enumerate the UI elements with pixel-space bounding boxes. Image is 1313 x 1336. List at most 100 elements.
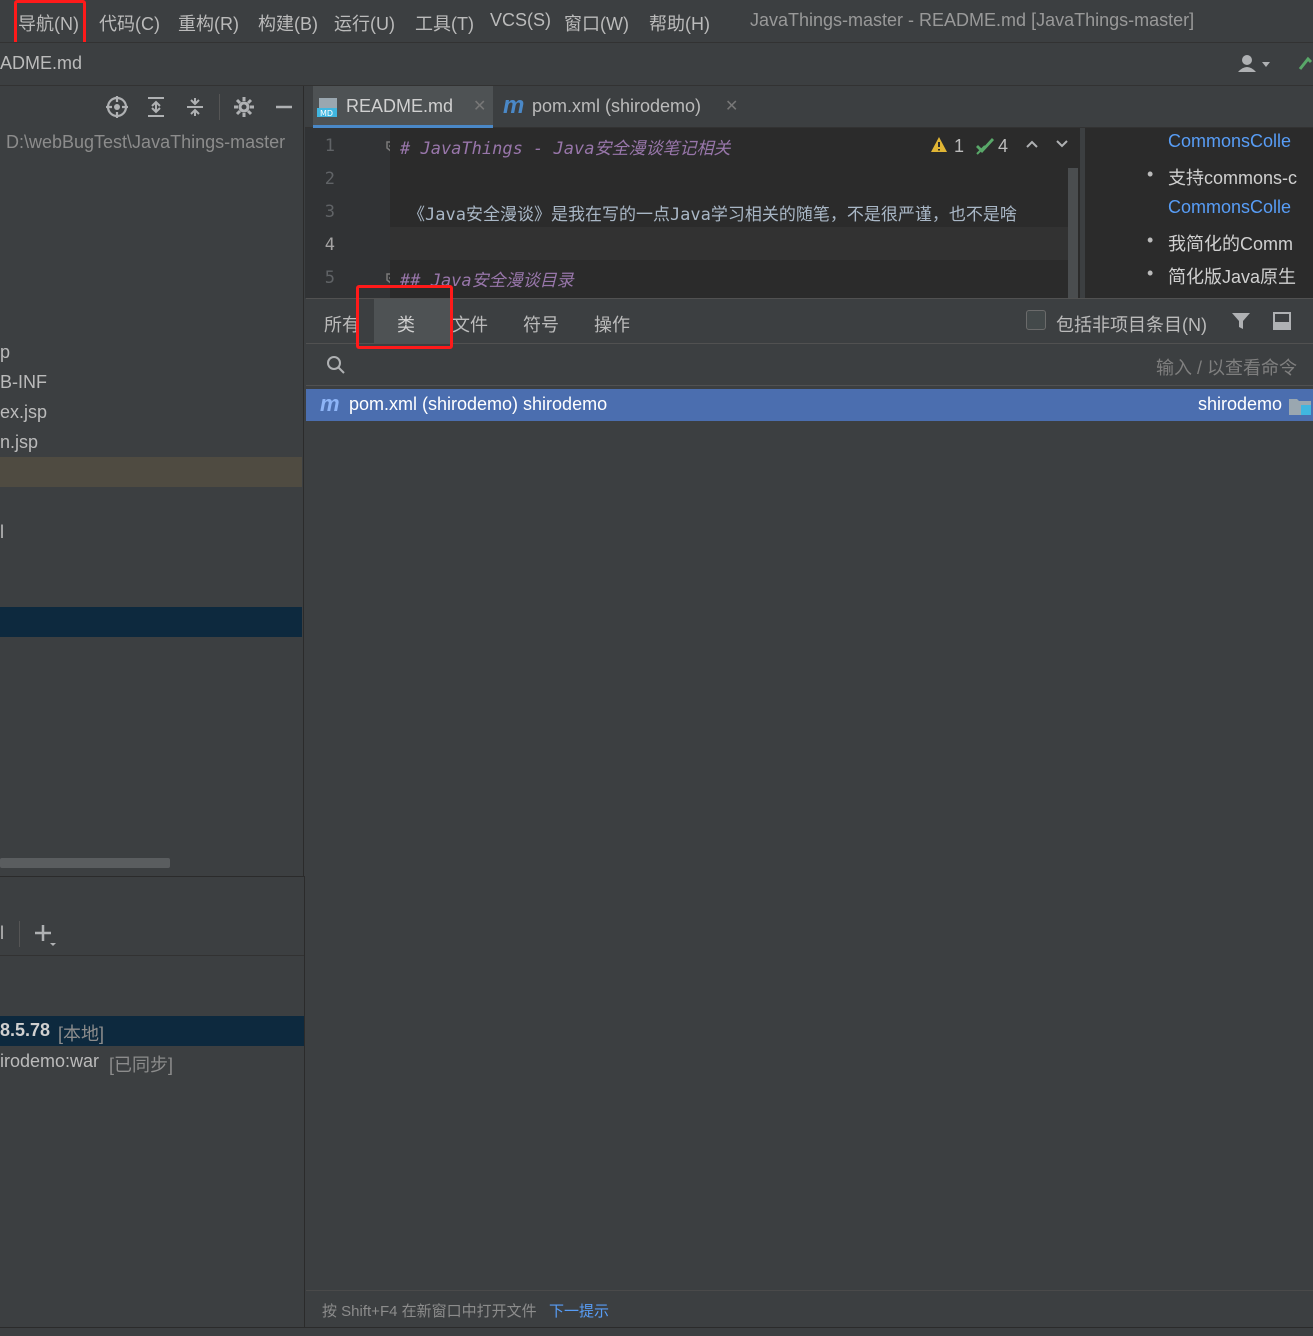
service-row-selected[interactable]: 8.5.78 [本地] — [0, 1016, 304, 1046]
user-account-icon[interactable] — [1234, 51, 1274, 77]
toolbar-divider — [219, 94, 220, 120]
search-icon — [326, 355, 346, 380]
line-number: 1 — [324, 136, 335, 156]
preview-item: 支持commons-c — [1168, 168, 1298, 188]
include-non-project-label[interactable]: 包括非项目条目(N) — [1056, 311, 1207, 337]
services-tab-fragment[interactable]: l — [0, 923, 4, 944]
bottom-edge-bar — [0, 1327, 1313, 1336]
vertical-scrollbar[interactable] — [1068, 168, 1078, 298]
tab-all[interactable]: 所有 — [324, 311, 360, 337]
project-panel: D:\webBugTest\JavaThings-master p B-INF … — [0, 86, 304, 876]
close-icon[interactable]: ✕ — [725, 96, 738, 116]
line-gutter: 1 2 3 4 5 — [305, 128, 398, 298]
project-path: D:\webBugTest\JavaThings-master — [6, 132, 286, 152]
tree-item-l[interactable]: l — [0, 522, 4, 543]
inspection-widget: 1 4 — [920, 128, 1080, 162]
expand-all-icon[interactable] — [143, 94, 169, 120]
service-row[interactable]: irodemo:war [已同步] — [0, 1047, 304, 1077]
menu-build[interactable]: 构建(B) — [258, 10, 318, 36]
window-title: JavaThings-master - README.md [JavaThing… — [750, 10, 1195, 30]
services-panel: l 8.5.78 [本地] irodemo:war [已同步] — [0, 876, 305, 1336]
tab-label: README.md — [346, 96, 454, 116]
tab-label: pom.xml (shirodemo) — [532, 96, 702, 116]
chevron-down-icon[interactable] — [1054, 136, 1070, 157]
preview-link[interactable]: CommonsColle — [1168, 197, 1291, 218]
search-result-row[interactable]: m pom.xml (shirodemo) shirodemo shirodem… — [306, 389, 1313, 421]
folder-icon — [1289, 397, 1311, 420]
line-number: 4 — [324, 235, 335, 255]
locate-target-icon[interactable] — [104, 94, 130, 120]
filter-icon[interactable] — [1231, 311, 1251, 336]
preview-link[interactable]: CommonsColle — [1168, 131, 1291, 152]
status-hint: 按 Shift+F4 在新窗口中打开文件 — [322, 1303, 537, 1320]
navigation-bar: ADME.md — [0, 42, 1313, 86]
line-number: 2 — [324, 169, 335, 189]
search-hint: 输入 / 以查看命令 — [1155, 358, 1297, 378]
preview-item: 简化版Java原生 — [1168, 267, 1297, 287]
editor-tabs: MD README.md ✕ m pom.xml (shirodemo) ✕ — [305, 86, 1313, 128]
tree-item-login-jsp[interactable]: n.jsp — [0, 432, 38, 453]
toolbar-divider — [19, 921, 20, 947]
menu-vcs[interactable]: VCS(S) — [490, 10, 551, 31]
maven-icon: m — [320, 391, 340, 416]
menu-tools[interactable]: 工具(T) — [415, 10, 474, 36]
menu-refactor[interactable]: 重构(R) — [178, 10, 239, 36]
line-number: 3 — [324, 202, 335, 222]
warning-icon[interactable] — [930, 136, 948, 159]
preview-bullet: • — [1147, 263, 1154, 283]
include-non-project-checkbox[interactable] — [1026, 310, 1046, 330]
result-location: shirodemo — [1197, 394, 1282, 414]
maven-icon: m — [503, 92, 525, 119]
tab-symbols[interactable]: 符号 — [523, 311, 559, 337]
popup-status-bar: 按 Shift+F4 在新窗口中打开文件 下一提示 — [306, 1290, 1313, 1327]
warning-count: 1 — [954, 136, 965, 156]
preview-item: 我简化的Comm — [1168, 234, 1293, 254]
tree-item-index-jsp[interactable]: ex.jsp — [0, 402, 47, 423]
horizontal-scrollbar[interactable] — [0, 858, 170, 868]
menu-run[interactable]: 运行(U) — [334, 10, 395, 36]
menu-code[interactable]: 代码(C) — [99, 10, 160, 36]
current-line-highlight — [390, 227, 1070, 260]
divider — [0, 955, 304, 956]
highlight-box-classes — [356, 285, 453, 349]
preview-bullet: • — [1147, 164, 1154, 184]
code-line-3: 《Java安全漫谈》是我在写的一点Java学习相关的随笔，不是很严谨，也不是啥 — [408, 205, 1017, 225]
tab-pom-xml[interactable]: m pom.xml (shirodemo) ✕ — [499, 86, 749, 128]
tab-actions[interactable]: 操作 — [594, 311, 630, 337]
markdown-preview: CommonsColle • 支持commons-c CommonsColle … — [1084, 128, 1313, 298]
open-in-window-icon[interactable] — [1272, 311, 1292, 336]
tree-row-highlighted[interactable] — [0, 457, 302, 487]
service-tag: [本地] — [58, 1024, 105, 1044]
build-hammer-icon[interactable] — [1296, 51, 1313, 77]
search-input[interactable]: 输入 / 以查看命令 — [306, 343, 1313, 386]
breadcrumb[interactable]: ADME.md — [0, 53, 82, 74]
close-icon[interactable]: ✕ — [473, 96, 486, 116]
service-tag: [已同步] — [109, 1055, 174, 1075]
preview-bullet: • — [1147, 230, 1154, 250]
result-name: pom.xml (shirodemo) shirodemo — [349, 394, 608, 414]
code-editor[interactable]: # JavaThings - Java安全漫谈笔记相关 《Java安全漫谈》是我… — [390, 128, 1080, 298]
tab-readme[interactable]: MD README.md ✕ — [313, 86, 493, 128]
tab-files[interactable]: 文件 — [452, 311, 488, 337]
menu-bar: 导航(N) 代码(C) 重构(R) 构建(B) 运行(U) 工具(T) VCS(… — [0, 0, 1313, 42]
markdown-icon: MD — [317, 96, 339, 123]
service-name: irodemo:war — [0, 1051, 100, 1071]
search-everywhere-popup: 所有 类 文件 符号 操作 包括非项目条目(N) 输入 / 以查看命令 m po… — [306, 298, 1313, 1327]
tree-item-p[interactable]: p — [0, 342, 10, 363]
gear-icon[interactable] — [231, 94, 257, 120]
tree-item-web-inf[interactable]: B-INF — [0, 372, 47, 393]
menu-window[interactable]: 窗口(W) — [564, 10, 629, 36]
code-line-1: # JavaThings - Java安全漫谈笔记相关 — [400, 139, 731, 159]
service-name: 8.5.78 — [0, 1020, 51, 1040]
chevron-up-icon[interactable] — [1024, 136, 1040, 157]
menu-help[interactable]: 帮助(H) — [649, 10, 710, 36]
svg-text:MD: MD — [320, 109, 333, 118]
add-icon[interactable] — [30, 921, 60, 949]
check-count: 4 — [998, 136, 1009, 156]
tree-row-selected[interactable] — [0, 607, 302, 637]
minimize-icon[interactable] — [271, 94, 297, 120]
check-icon[interactable] — [975, 136, 995, 161]
collapse-all-icon[interactable] — [182, 94, 208, 120]
next-tip-link[interactable]: 下一提示 — [549, 1300, 609, 1321]
line-number: 5 — [324, 268, 335, 288]
